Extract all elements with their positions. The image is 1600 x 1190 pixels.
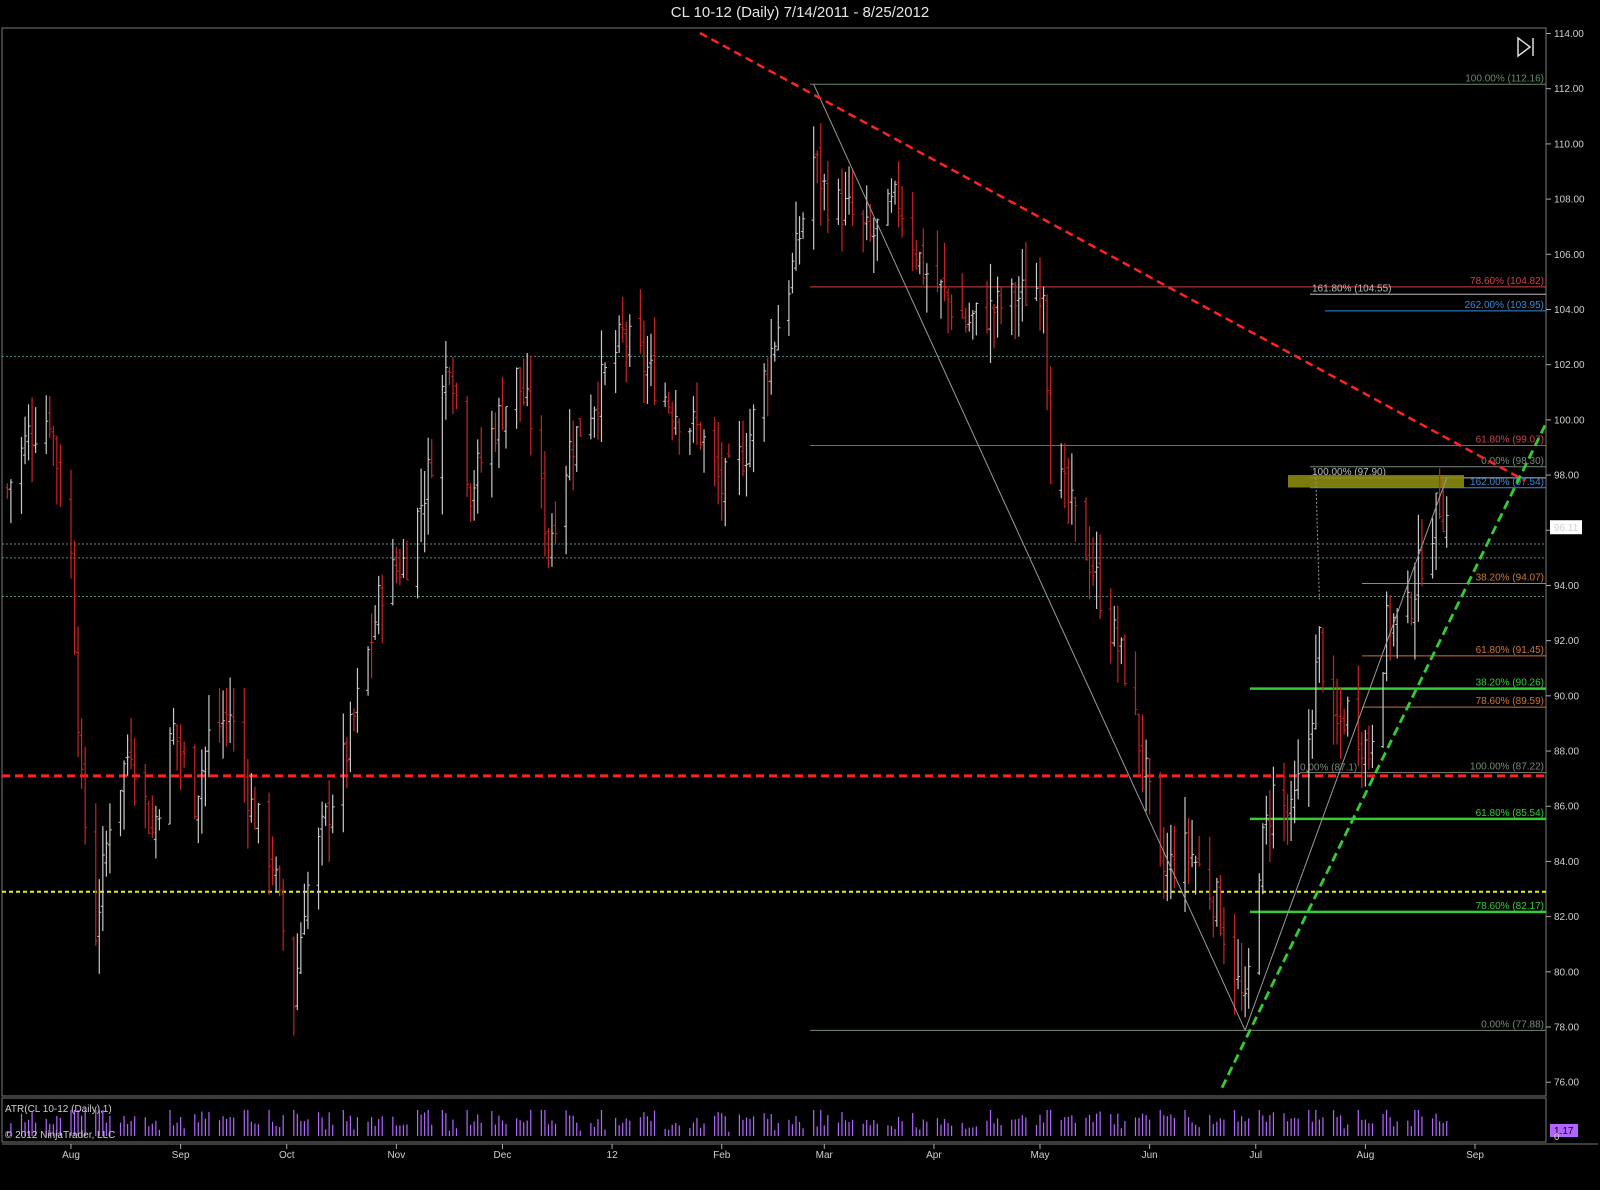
y-tick-label: 112.00 [1554,84,1584,95]
y-tick-label: 76.00 [1554,1078,1579,1089]
y-tick-label: 84.00 [1554,857,1579,868]
x-tick-label: Oct [279,1150,295,1161]
y-tick-label: 100.00 [1554,415,1585,426]
fib-label: 162.00% (97.54) [1470,477,1544,488]
fib-label: 61.80% (99.07) [1476,435,1544,446]
price-chart[interactable]: 114.00 112.00 110.00 108.00 106.00 104.00 102.… [0,0,1600,1190]
fib-label: 161.80% (104.55) [1312,283,1392,294]
chart-window: CL 10-12 (Daily) 7/14/2011 - 8/25/2012 1… [0,0,1600,1190]
fib-label: 78.60% (89.59) [1476,696,1544,707]
x-tick-label: Aug [62,1150,80,1161]
y-tick-label: 82.00 [1554,912,1579,923]
y-tick-label: 80.00 [1554,967,1579,978]
fib-label: 38.20% (90.26) [1476,678,1544,689]
fib-label: 100.00% (87.22) [1470,762,1544,773]
y-tick-label: 106.00 [1554,250,1585,261]
x-tick-label: Feb [713,1150,731,1161]
fib-label: 0.00% (77.88) [1481,1019,1544,1030]
fib-label: 100.00% (112.16) [1465,73,1544,84]
support-trendline [1220,424,1547,1089]
y-tick-label: 86.00 [1554,802,1579,813]
y-tick-label: 98.00 [1554,471,1579,482]
x-tick-label: Sep [172,1150,190,1161]
fib-label: 78.60% (104.82) [1470,276,1544,287]
x-tick-label: May [1031,1150,1050,1161]
fib-label: 61.80% (85.54) [1476,808,1544,819]
y-tick-label: 102.00 [1554,360,1585,371]
scroll-end-icon-arrow [1517,36,1532,58]
fib-label: 78.60% (82.17) [1476,901,1544,912]
y-tick-label: 78.00 [1554,1023,1579,1034]
last-price-label: 96.11 [1554,523,1579,534]
fib-label: 38.20% (94.07) [1476,573,1544,584]
x-tick-label: Nov [387,1150,405,1161]
x-tick-label: Jun [1142,1150,1158,1161]
price-panel-frame [1,27,1547,1097]
fib-label: 61.80% (91.45) [1476,645,1544,656]
y-tick-label: 88.00 [1554,747,1579,758]
y-tick-label: 92.00 [1554,636,1579,647]
y-tick-label: 108.00 [1554,195,1585,206]
fib-swing-line [1244,477,1448,1031]
y-tick-label: 114.00 [1554,29,1584,40]
x-tick-label: Jul [1249,1150,1262,1161]
x-tick-label: Sep [1466,1150,1484,1161]
fib-label: 262.00% (103.95) [1464,300,1544,311]
y-tick-label: 110.00 [1554,139,1584,150]
x-tick-label: Dec [494,1150,512,1161]
x-tick-label: 12 [607,1150,619,1161]
atr-zero-label: 0 [1554,1132,1560,1143]
atr-label: ATR(CL 10-12 (Daily),1) [5,1104,112,1115]
resistance-trendline [699,31,1526,482]
fib-swing-line [1315,477,1320,600]
x-tick-label: Apr [926,1150,942,1161]
y-tick-label: 104.00 [1554,305,1585,316]
x-tick-label: Mar [816,1150,834,1161]
gold-zone [1288,475,1464,488]
x-tick-label: Aug [1356,1150,1374,1161]
y-tick-label: 90.00 [1554,691,1579,702]
y-tick-label: 94.00 [1554,581,1579,592]
copyright-label: © 2012 NinjaTrader, LLC [5,1130,115,1141]
fib-swing-line [813,84,1246,1031]
